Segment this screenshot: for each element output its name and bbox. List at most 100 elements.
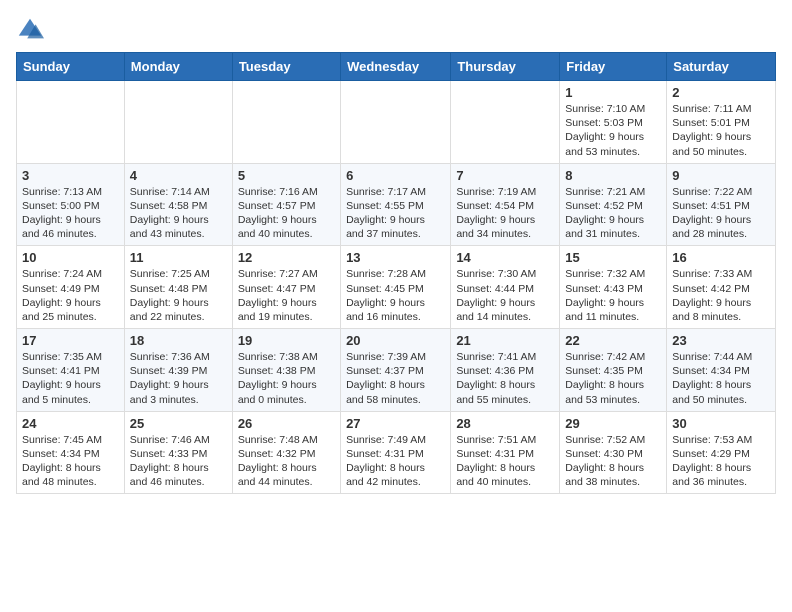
day-number: 29 [565, 416, 661, 431]
day-number: 23 [672, 333, 770, 348]
day-info: Sunrise: 7:45 AM Sunset: 4:34 PM Dayligh… [22, 433, 119, 490]
calendar-cell: 30 Sunrise: 7:53 AM Sunset: 4:29 PM Dayli… [667, 411, 776, 494]
calendar-cell: 2 Sunrise: 7:11 AM Sunset: 5:01 PM Daylig… [667, 81, 776, 164]
weekday-header-thursday: Thursday [451, 53, 560, 81]
weekday-header-tuesday: Tuesday [232, 53, 340, 81]
day-number: 3 [22, 168, 119, 183]
calendar-cell: 5 Sunrise: 7:16 AM Sunset: 4:57 PM Daylig… [232, 163, 340, 246]
day-number: 9 [672, 168, 770, 183]
day-info: Sunrise: 7:21 AM Sunset: 4:52 PM Dayligh… [565, 185, 661, 242]
day-number: 12 [238, 250, 335, 265]
calendar-week-2: 3 Sunrise: 7:13 AM Sunset: 5:00 PM Daylig… [17, 163, 776, 246]
calendar-cell: 29 Sunrise: 7:52 AM Sunset: 4:30 PM Dayli… [560, 411, 667, 494]
day-info: Sunrise: 7:49 AM Sunset: 4:31 PM Dayligh… [346, 433, 445, 490]
calendar-cell: 24 Sunrise: 7:45 AM Sunset: 4:34 PM Dayli… [17, 411, 125, 494]
day-info: Sunrise: 7:32 AM Sunset: 4:43 PM Dayligh… [565, 267, 661, 324]
calendar-table: SundayMondayTuesdayWednesdayThursdayFrid… [16, 52, 776, 494]
day-info: Sunrise: 7:24 AM Sunset: 4:49 PM Dayligh… [22, 267, 119, 324]
day-info: Sunrise: 7:36 AM Sunset: 4:39 PM Dayligh… [130, 350, 227, 407]
calendar-cell: 6Sunrise: 7:17 AM Sunset: 4:55 PM Daylig… [341, 163, 451, 246]
calendar-cell: 14 Sunrise: 7:30 AM Sunset: 4:44 PM Dayli… [451, 246, 560, 329]
day-number: 22 [565, 333, 661, 348]
day-info: Sunrise: 7:46 AM Sunset: 4:33 PM Dayligh… [130, 433, 227, 490]
day-number: 8 [565, 168, 661, 183]
day-number: 30 [672, 416, 770, 431]
day-number: 28 [456, 416, 554, 431]
calendar-cell: 27 Sunrise: 7:49 AM Sunset: 4:31 PM Dayli… [341, 411, 451, 494]
calendar-cell [124, 81, 232, 164]
day-info: Sunrise: 7:38 AM Sunset: 4:38 PM Dayligh… [238, 350, 335, 407]
weekday-header-friday: Friday [560, 53, 667, 81]
day-info: Sunrise: 7:19 AM Sunset: 4:54 PM Dayligh… [456, 185, 554, 242]
day-number: 24 [22, 416, 119, 431]
day-number: 5 [238, 168, 335, 183]
day-info: Sunrise: 7:25 AM Sunset: 4:48 PM Dayligh… [130, 267, 227, 324]
day-info: Sunrise: 7:13 AM Sunset: 5:00 PM Dayligh… [22, 185, 119, 242]
calendar-cell: 8 Sunrise: 7:21 AM Sunset: 4:52 PM Daylig… [560, 163, 667, 246]
day-number: 10 [22, 250, 119, 265]
weekday-header-row: SundayMondayTuesdayWednesdayThursdayFrid… [17, 53, 776, 81]
calendar-cell: 26Sunrise: 7:48 AM Sunset: 4:32 PM Dayli… [232, 411, 340, 494]
calendar-cell: 13Sunrise: 7:28 AM Sunset: 4:45 PM Dayli… [341, 246, 451, 329]
calendar-cell: 17 Sunrise: 7:35 AM Sunset: 4:41 PM Dayli… [17, 329, 125, 412]
header [16, 16, 776, 44]
day-number: 19 [238, 333, 335, 348]
day-number: 2 [672, 85, 770, 100]
day-info: Sunrise: 7:44 AM Sunset: 4:34 PM Dayligh… [672, 350, 770, 407]
day-info: Sunrise: 7:53 AM Sunset: 4:29 PM Dayligh… [672, 433, 770, 490]
day-info: Sunrise: 7:10 AM Sunset: 5:03 PM Dayligh… [565, 102, 661, 159]
calendar-cell: 25 Sunrise: 7:46 AM Sunset: 4:33 PM Dayli… [124, 411, 232, 494]
day-info: Sunrise: 7:22 AM Sunset: 4:51 PM Dayligh… [672, 185, 770, 242]
day-info: Sunrise: 7:52 AM Sunset: 4:30 PM Dayligh… [565, 433, 661, 490]
day-number: 25 [130, 416, 227, 431]
day-info: Sunrise: 7:16 AM Sunset: 4:57 PM Dayligh… [238, 185, 335, 242]
calendar-cell [17, 81, 125, 164]
calendar-cell: 7 Sunrise: 7:19 AM Sunset: 4:54 PM Daylig… [451, 163, 560, 246]
calendar-cell: 12 Sunrise: 7:27 AM Sunset: 4:47 PM Dayli… [232, 246, 340, 329]
calendar-cell: 22 Sunrise: 7:42 AM Sunset: 4:35 PM Dayli… [560, 329, 667, 412]
day-number: 7 [456, 168, 554, 183]
day-info: Sunrise: 7:39 AM Sunset: 4:37 PM Dayligh… [346, 350, 445, 407]
day-number: 17 [22, 333, 119, 348]
day-number: 16 [672, 250, 770, 265]
day-number: 14 [456, 250, 554, 265]
logo-icon [16, 16, 44, 44]
day-info: Sunrise: 7:33 AM Sunset: 4:42 PM Dayligh… [672, 267, 770, 324]
calendar-cell: 28Sunrise: 7:51 AM Sunset: 4:31 PM Dayli… [451, 411, 560, 494]
day-info: Sunrise: 7:17 AM Sunset: 4:55 PM Dayligh… [346, 185, 445, 242]
day-info: Sunrise: 7:14 AM Sunset: 4:58 PM Dayligh… [130, 185, 227, 242]
day-number: 18 [130, 333, 227, 348]
weekday-header-saturday: Saturday [667, 53, 776, 81]
day-number: 26 [238, 416, 335, 431]
page: SundayMondayTuesdayWednesdayThursdayFrid… [0, 0, 792, 510]
day-info: Sunrise: 7:30 AM Sunset: 4:44 PM Dayligh… [456, 267, 554, 324]
calendar-cell: 11Sunrise: 7:25 AM Sunset: 4:48 PM Dayli… [124, 246, 232, 329]
calendar-cell: 1 Sunrise: 7:10 AM Sunset: 5:03 PM Daylig… [560, 81, 667, 164]
calendar-cell: 9 Sunrise: 7:22 AM Sunset: 4:51 PM Daylig… [667, 163, 776, 246]
day-number: 4 [130, 168, 227, 183]
calendar-cell: 4 Sunrise: 7:14 AM Sunset: 4:58 PM Daylig… [124, 163, 232, 246]
calendar-cell: 10 Sunrise: 7:24 AM Sunset: 4:49 PM Dayli… [17, 246, 125, 329]
calendar-cell [341, 81, 451, 164]
day-number: 1 [565, 85, 661, 100]
calendar-cell: 23 Sunrise: 7:44 AM Sunset: 4:34 PM Dayli… [667, 329, 776, 412]
weekday-header-monday: Monday [124, 53, 232, 81]
day-number: 13 [346, 250, 445, 265]
calendar-cell: 21Sunrise: 7:41 AM Sunset: 4:36 PM Dayli… [451, 329, 560, 412]
weekday-header-sunday: Sunday [17, 53, 125, 81]
day-info: Sunrise: 7:35 AM Sunset: 4:41 PM Dayligh… [22, 350, 119, 407]
calendar-week-4: 17 Sunrise: 7:35 AM Sunset: 4:41 PM Dayli… [17, 329, 776, 412]
calendar-week-5: 24 Sunrise: 7:45 AM Sunset: 4:34 PM Dayli… [17, 411, 776, 494]
day-info: Sunrise: 7:41 AM Sunset: 4:36 PM Dayligh… [456, 350, 554, 407]
weekday-header-wednesday: Wednesday [341, 53, 451, 81]
calendar-week-3: 10 Sunrise: 7:24 AM Sunset: 4:49 PM Dayli… [17, 246, 776, 329]
calendar-cell: 3 Sunrise: 7:13 AM Sunset: 5:00 PM Daylig… [17, 163, 125, 246]
calendar-cell: 19 Sunrise: 7:38 AM Sunset: 4:38 PM Dayli… [232, 329, 340, 412]
day-number: 27 [346, 416, 445, 431]
day-info: Sunrise: 7:42 AM Sunset: 4:35 PM Dayligh… [565, 350, 661, 407]
calendar-cell: 18 Sunrise: 7:36 AM Sunset: 4:39 PM Dayli… [124, 329, 232, 412]
day-info: Sunrise: 7:27 AM Sunset: 4:47 PM Dayligh… [238, 267, 335, 324]
calendar-cell: 16 Sunrise: 7:33 AM Sunset: 4:42 PM Dayli… [667, 246, 776, 329]
day-info: Sunrise: 7:11 AM Sunset: 5:01 PM Dayligh… [672, 102, 770, 159]
day-number: 20 [346, 333, 445, 348]
